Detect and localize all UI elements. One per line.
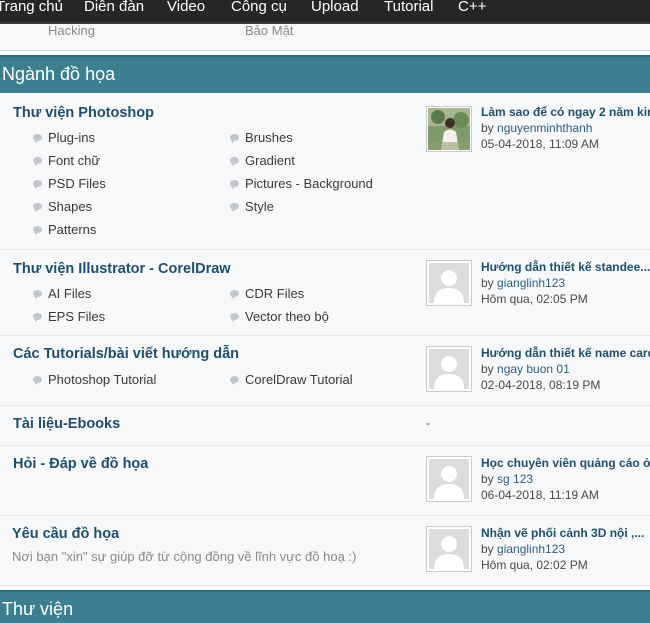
category-title[interactable]: Ngành đồ họa [2,64,115,85]
previous-forum-row: Hacking Bảo Mật [0,24,650,51]
last-post-date: 05-04-2018, 11:09 AM [481,137,599,151]
last-post-date: Hôm qua, 02:02 PM [481,558,588,572]
subforum-link[interactable]: EPS Files [33,309,105,324]
author-link[interactable]: gianglinh123 [497,542,565,556]
forum-title[interactable]: Tài liệu-Ebooks [13,416,120,432]
nav-tutorial[interactable]: Tutorial [384,0,433,15]
last-post-title[interactable]: Hướng dẫn thiết kế name card [481,346,650,360]
subforum-link[interactable]: Gradient [230,153,295,168]
forum-row-illustrator: Thư viện Illustrator - CorelDraw AI File… [0,250,650,336]
subforum-security[interactable]: Bảo Mật [245,24,293,38]
last-post-date: 06-04-2018, 11:19 AM [481,488,599,502]
user-silhouette-icon [429,349,469,389]
default-avatar[interactable] [426,526,472,572]
subforum-link[interactable]: Photoshop Tutorial [33,372,156,387]
subforum-link[interactable]: Plug-ins [33,130,95,145]
last-post-date: Hôm qua, 02:05 PM [481,292,588,306]
last-post-author: by nguyenminhthanh [481,121,593,135]
subforum-icon [230,134,239,143]
subforum-icon [230,180,239,189]
nav-home[interactable]: Trang chủ [0,0,63,15]
subforum-link[interactable]: Patterns [33,222,96,237]
category-title[interactable]: Thư viện [2,599,73,620]
subforum-link[interactable]: PSD Files [33,176,106,191]
last-post-author: by sg 123 [481,472,534,486]
subforum-link[interactable]: Pictures - Background [230,176,373,191]
forum-row-photoshop: Thư viện Photoshop Plug-ins Brushes Font… [0,93,650,250]
forum-title[interactable]: Thư viện Photoshop [13,105,154,121]
subforum-link[interactable]: Shapes [33,199,92,214]
subforum-hacking[interactable]: Hacking [48,24,95,38]
top-nav: Trang chủ Diễn đàn Video Công cụ Upload … [0,0,650,24]
last-post-author: by gianglinh123 [481,276,566,290]
last-post-title[interactable]: Làm sao để có ngay 2 năm kinh [481,105,650,119]
user-silhouette-icon [429,459,469,499]
subforum-link[interactable]: Vector theo bộ [230,309,329,324]
nav-forum[interactable]: Diễn đàn [84,0,144,15]
nav-upload[interactable]: Upload [311,0,359,15]
category-header-next: Thư viện [0,590,650,623]
user-silhouette-icon [429,529,469,569]
forum-description: Nơi bạn "xin" sự giúp đỡ từ cộng đồng về… [12,549,357,564]
subforum-icon [33,226,42,235]
author-link[interactable]: sg 123 [497,472,533,486]
author-link[interactable]: ngay buon 01 [497,362,570,376]
author-link[interactable]: gianglinh123 [497,276,565,290]
category-header: Ngành đồ họa [0,55,650,93]
forum-row-qa: Hỏi - Đáp về đồ họa Học chuyên viên quản… [0,446,650,516]
user-silhouette-icon [429,263,469,303]
last-post-author: by gianglinh123 [481,542,566,556]
subforum-link[interactable]: Brushes [230,130,293,145]
subforum-icon [230,203,239,212]
subforum-icon [230,157,239,166]
last-post-date: 02-04-2018, 08:19 PM [481,378,601,392]
forum-row-ebooks: Tài liệu-Ebooks - [0,406,650,446]
forum-row-tutorials: Các Tutorials/bài viết hướng dẫn Photosh… [0,336,650,406]
subforum-icon [230,376,239,385]
last-post-title[interactable]: Hướng dẫn thiết kế standee... [481,260,650,274]
nav-video[interactable]: Video [167,0,205,15]
subforum-icon [230,290,239,299]
last-post-title[interactable]: Nhận vẽ phối cảnh 3D nội ,... [481,526,644,540]
default-avatar[interactable] [426,346,472,392]
photo-avatar-image [428,108,470,150]
nav-tools[interactable]: Công cụ [231,0,287,15]
subforum-link[interactable]: AI Files [33,286,91,301]
default-avatar[interactable] [426,456,472,502]
subforum-icon [33,313,42,322]
subforum-link[interactable]: CDR Files [230,286,304,301]
last-post-title[interactable]: Học chuyên viên quảng cáo ở [481,456,650,470]
forum-row-requests: Yêu cầu đồ họa Nơi bạn "xin" sự giúp đỡ … [0,516,650,586]
subforum-icon [33,157,42,166]
forum-title[interactable]: Hỏi - Đáp về đồ họa [13,456,148,472]
subforum-icon [230,313,239,322]
forum-title[interactable]: Các Tutorials/bài viết hướng dẫn [13,346,239,362]
nav-cpp[interactable]: C++ [458,0,486,15]
photo-avatar[interactable] [426,106,472,152]
subforum-link[interactable]: Style [230,199,274,214]
last-post-author: by ngay buon 01 [481,362,570,376]
subforum-icon [33,203,42,212]
subforum-link[interactable]: Font chữ [33,153,100,168]
forum-title[interactable]: Thư viện Illustrator - CorelDraw [13,261,231,277]
subforum-icon [33,376,42,385]
subforum-icon [33,180,42,189]
author-link[interactable]: nguyenminhthanh [497,121,592,135]
default-avatar[interactable] [426,260,472,306]
no-last-post: - [426,416,430,430]
subforum-link[interactable]: CorelDraw Tutorial [230,372,353,387]
forum-title[interactable]: Yêu cầu đồ họa [12,526,119,542]
subforum-icon [33,290,42,299]
subforum-icon [33,134,42,143]
